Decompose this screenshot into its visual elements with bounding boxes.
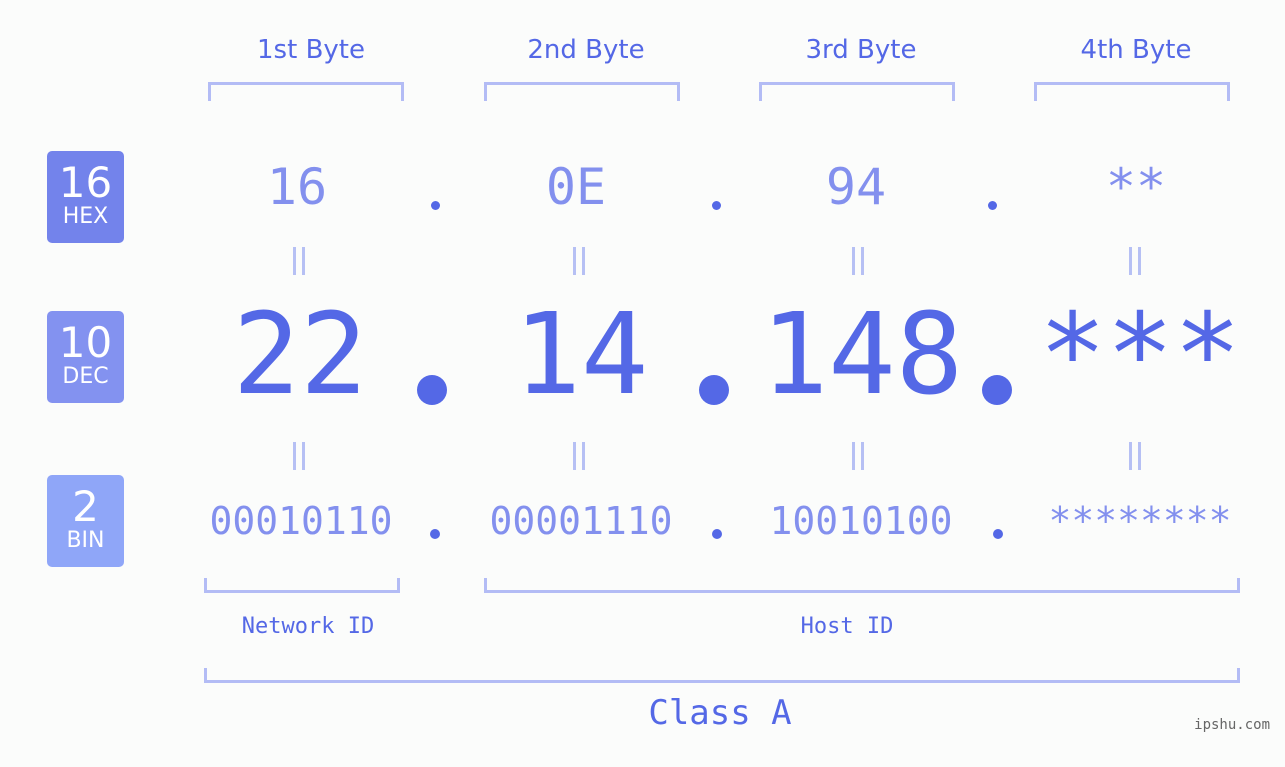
hex-badge-label: HEX <box>62 204 109 229</box>
dec-byte-4: *** <box>1038 290 1242 420</box>
dec-badge: 10 DEC <box>47 311 124 403</box>
dec-dot-1 <box>417 375 447 405</box>
dec-badge-number: 10 <box>58 318 113 367</box>
dec-badge-label: DEC <box>62 364 109 389</box>
equals-icon <box>852 247 864 275</box>
hex-badge-number: 16 <box>58 158 113 207</box>
bin-dot-2 <box>712 529 722 539</box>
byte-header-1: 1st Byte <box>257 35 365 65</box>
dec-dot-2 <box>699 375 729 405</box>
bin-byte-2: 00001110 <box>489 499 673 543</box>
byte-header-4: 4th Byte <box>1080 35 1192 65</box>
byte-bracket-3 <box>759 82 955 101</box>
bin-dot-3 <box>993 529 1003 539</box>
byte-bracket-1 <box>208 82 404 101</box>
class-bracket <box>204 668 1240 683</box>
equals-icon <box>573 442 585 470</box>
network-id-bracket <box>204 578 400 593</box>
hex-byte-4: ** <box>1105 158 1167 216</box>
bin-byte-4: ******** <box>1048 499 1232 543</box>
watermark: ipshu.com <box>1194 717 1270 733</box>
bin-dot-1 <box>430 529 440 539</box>
byte-bracket-4 <box>1034 82 1230 101</box>
equals-icon <box>293 247 305 275</box>
byte-header-3: 3rd Byte <box>805 35 917 65</box>
dec-byte-3: 148 <box>760 290 964 420</box>
dec-dot-3 <box>982 375 1012 405</box>
dec-byte-2: 14 <box>513 290 649 420</box>
bin-byte-3: 10010100 <box>769 499 953 543</box>
hex-badge: 16 HEX <box>47 151 124 243</box>
hex-byte-2: 0E <box>545 158 607 216</box>
bin-badge-number: 2 <box>72 482 99 531</box>
bin-badge-label: BIN <box>66 528 105 553</box>
byte-header-2: 2nd Byte <box>527 35 645 65</box>
byte-bracket-2 <box>484 82 680 101</box>
equals-icon <box>1129 247 1141 275</box>
equals-icon <box>852 442 864 470</box>
hex-dot-1 <box>431 201 440 210</box>
bin-byte-1: 00010110 <box>209 499 393 543</box>
hex-byte-3: 94 <box>825 158 887 216</box>
hex-byte-1: 16 <box>266 158 328 216</box>
bin-badge: 2 BIN <box>47 475 124 567</box>
equals-icon <box>573 247 585 275</box>
class-label: Class A <box>648 693 792 733</box>
hex-dot-2 <box>712 201 721 210</box>
dec-byte-1: 22 <box>232 290 368 420</box>
host-id-label: Host ID <box>800 614 894 639</box>
equals-icon <box>1129 442 1141 470</box>
equals-icon <box>293 442 305 470</box>
host-id-bracket <box>484 578 1240 593</box>
network-id-label: Network ID <box>241 614 375 639</box>
hex-dot-3 <box>988 201 997 210</box>
